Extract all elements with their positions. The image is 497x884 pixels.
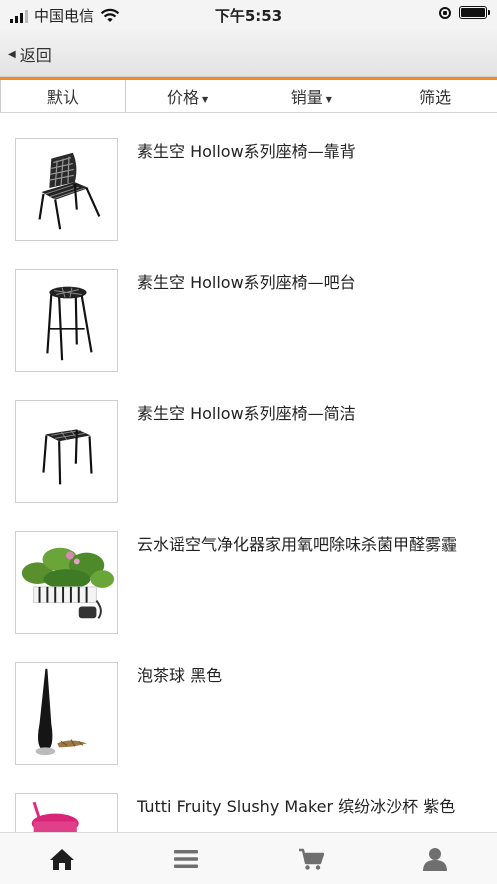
caret-down-icon: ▼ bbox=[202, 94, 209, 104]
tab-price[interactable]: 价格 ▼ bbox=[126, 80, 250, 112]
slushy-cup-image bbox=[15, 793, 118, 832]
tab-label: 默认 bbox=[46, 88, 79, 107]
chevron-left-icon: ◀ bbox=[8, 48, 16, 60]
user-icon bbox=[422, 847, 447, 871]
product-title: 云水谣空气净化器家用氧吧除味杀菌甲醛雾霾 bbox=[137, 535, 458, 554]
product-title: 素生空 Hollow系列座椅—靠背 bbox=[137, 142, 356, 161]
tab-label: 筛选 bbox=[419, 88, 452, 107]
navigation-bar: ◀ 返回 bbox=[0, 30, 497, 77]
tea-infuser-image bbox=[15, 662, 118, 765]
menu-icon bbox=[174, 849, 199, 868]
product-item[interactable]: 云水谣空气净化器家用氧吧除味杀菌甲醛雾霾 bbox=[0, 503, 497, 634]
product-title: Tutti Fruity Slushy Maker 缤纷冰沙杯 紫色 bbox=[137, 797, 456, 816]
product-title: 泡茶球 黑色 bbox=[137, 666, 223, 685]
cart-icon bbox=[298, 848, 324, 870]
battery-icon bbox=[459, 6, 490, 19]
tab-default[interactable]: 默认 bbox=[0, 80, 126, 112]
simple-stool-image bbox=[15, 400, 118, 503]
sort-tabs: 默认 价格 ▼ 销量 ▼ 筛选 bbox=[0, 77, 497, 113]
product-item[interactable]: 素生空 Hollow系列座椅—靠背 bbox=[0, 110, 497, 241]
product-item[interactable]: 泡茶球 黑色 bbox=[0, 634, 497, 765]
tab-menu[interactable] bbox=[124, 833, 248, 884]
status-right bbox=[439, 6, 490, 19]
back-label: 返回 bbox=[19, 46, 52, 65]
back-button[interactable]: ◀ 返回 bbox=[8, 42, 52, 66]
product-title: 素生空 Hollow系列座椅—吧台 bbox=[137, 273, 356, 292]
tab-cart[interactable] bbox=[249, 833, 373, 884]
tab-user[interactable] bbox=[373, 833, 497, 884]
caret-down-icon: ▼ bbox=[325, 94, 332, 104]
product-item[interactable]: 素生空 Hollow系列座椅—简洁 bbox=[0, 372, 497, 503]
tab-home[interactable] bbox=[0, 833, 124, 884]
tab-label: 价格 bbox=[167, 88, 200, 107]
plant-purifier-image bbox=[15, 531, 118, 634]
tab-filter[interactable]: 筛选 bbox=[373, 80, 497, 112]
orientation-lock-icon bbox=[439, 6, 451, 19]
product-item[interactable]: Tutti Fruity Slushy Maker 缤纷冰沙杯 紫色 bbox=[0, 765, 497, 832]
tab-label: 销量 bbox=[290, 88, 323, 107]
status-bar: 中国电信 下午5:53 bbox=[0, 0, 497, 30]
product-list: 素生空 Hollow系列座椅—靠背 素生空 Hollow系列座椅—吧台 素生空 … bbox=[0, 110, 497, 832]
home-icon bbox=[50, 848, 75, 870]
product-item[interactable]: 素生空 Hollow系列座椅—吧台 bbox=[0, 241, 497, 372]
bottom-tab-bar bbox=[0, 832, 497, 884]
tab-sales[interactable]: 销量 ▼ bbox=[250, 80, 374, 112]
bar-stool-image bbox=[15, 269, 118, 372]
status-time: 下午5:53 bbox=[214, 7, 283, 25]
chair-back-image bbox=[15, 138, 118, 241]
product-title: 素生空 Hollow系列座椅—简洁 bbox=[137, 404, 356, 423]
